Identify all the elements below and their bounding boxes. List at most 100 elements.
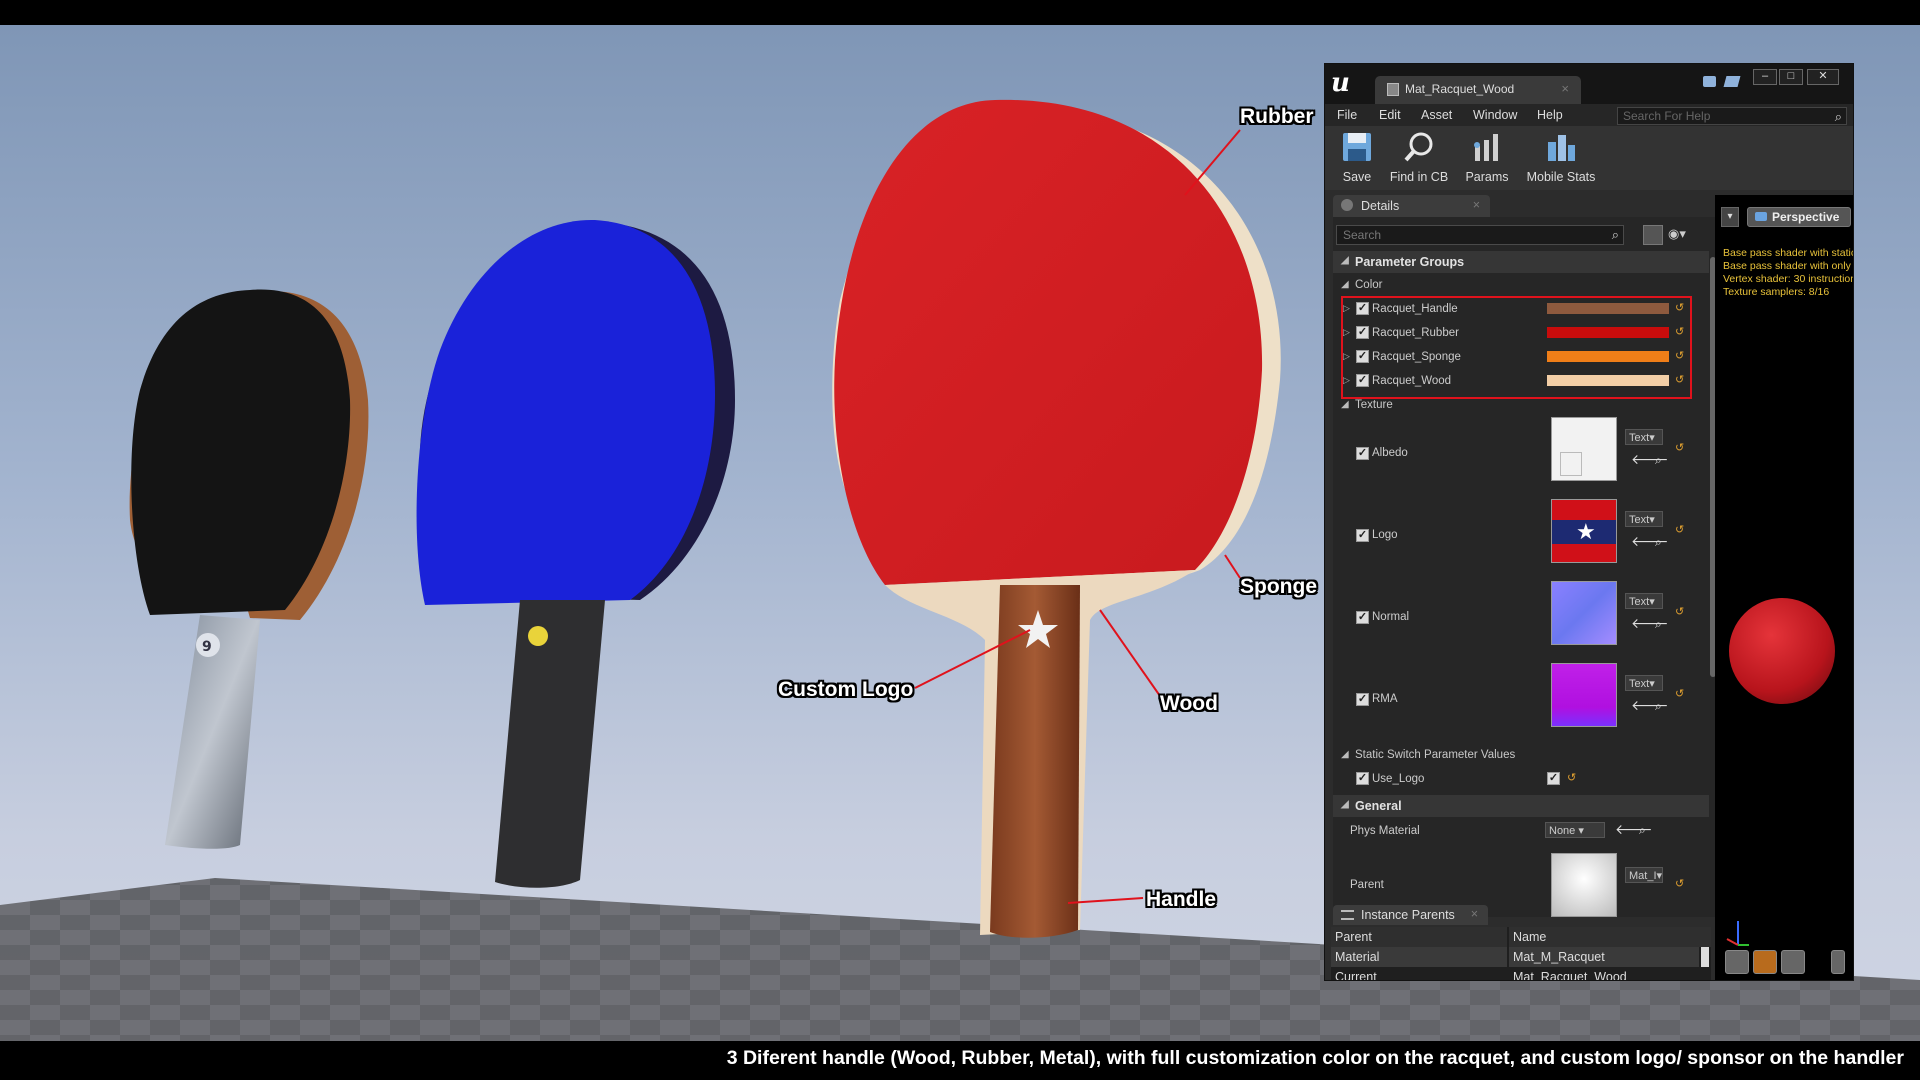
param-rma: ✓ RMA Text▾ 🡐 ⌕ ↺ — [1333, 663, 1709, 739]
param-enabled-checkbox[interactable]: ✓ — [1356, 611, 1369, 624]
close-details-icon[interactable]: × — [1473, 198, 1480, 212]
perspective-button[interactable]: Perspective — [1747, 207, 1851, 227]
use-logo-value-checkbox[interactable]: ✓ — [1547, 772, 1560, 785]
feedback-icon[interactable] — [1703, 76, 1716, 87]
callout-rubber: Rubber — [1240, 105, 1314, 128]
toolbar: Save Find in CB Params Mobile Stats — [1325, 126, 1853, 190]
table-cell[interactable]: Material — [1331, 947, 1507, 967]
browse-icon[interactable]: ⌕ — [1655, 617, 1662, 632]
plane-preview-icon[interactable] — [1781, 950, 1805, 974]
reset-arrow-icon[interactable]: ↺ — [1675, 441, 1684, 454]
column-header-parent[interactable]: Parent — [1331, 927, 1507, 947]
param-name: Albedo — [1372, 447, 1408, 459]
callout-sponge: Sponge — [1240, 575, 1317, 598]
stat-line: Base pass shader with only dynamic light… — [1723, 260, 1853, 272]
general-header[interactable]: ◢ General — [1333, 795, 1709, 817]
reset-arrow-icon[interactable]: ↺ — [1675, 877, 1684, 890]
cylinder-preview-icon[interactable] — [1725, 950, 1749, 974]
use-selected-arrow-icon[interactable]: 🡐 — [1631, 615, 1669, 632]
instance-parents-scrollbar[interactable] — [1701, 947, 1709, 967]
collapse-icon: ◢ — [1341, 799, 1349, 810]
browse-icon[interactable]: ⌕ — [1655, 535, 1662, 550]
param-enabled-checkbox[interactable]: ✓ — [1356, 529, 1369, 542]
tutorial-icon[interactable] — [1723, 76, 1741, 87]
collapse-icon: ◢ — [1341, 279, 1349, 290]
texture-dropdown[interactable]: Text▾ — [1625, 593, 1663, 609]
parameter-groups-header[interactable]: ◢ Parameter Groups — [1333, 251, 1709, 273]
table-cell[interactable]: Mat_Racquet_Wood — [1509, 967, 1699, 980]
static-switch-label: Static Switch Parameter Values — [1355, 749, 1516, 761]
save-button[interactable]: Save — [1327, 130, 1387, 186]
preview-sphere — [1729, 598, 1835, 704]
browse-icon[interactable]: ⌕ — [1639, 823, 1646, 838]
details-tab[interactable]: Details × — [1333, 195, 1490, 217]
unreal-logo-icon: u — [1331, 68, 1350, 98]
param-enabled-checkbox[interactable]: ✓ — [1356, 772, 1369, 785]
phys-material-dropdown[interactable]: None ▾ — [1545, 822, 1605, 838]
magnifier-icon — [1404, 132, 1433, 162]
collapse-icon: ◢ — [1341, 399, 1349, 410]
material-instance-icon — [1387, 83, 1399, 96]
browse-icon[interactable]: ⌕ — [1655, 699, 1662, 714]
table-cell[interactable]: Mat_M_Racquet — [1509, 947, 1699, 967]
param-enabled-checkbox[interactable]: ✓ — [1356, 693, 1369, 706]
parent-thumbnail[interactable] — [1551, 853, 1617, 917]
menu-help[interactable]: Help — [1537, 108, 1563, 122]
reset-arrow-icon[interactable]: ↺ — [1675, 687, 1684, 700]
property-matrix-icon[interactable] — [1643, 225, 1663, 245]
reset-arrow-icon[interactable]: ↺ — [1675, 523, 1684, 536]
reset-arrow-icon[interactable]: ↺ — [1675, 605, 1684, 618]
callout-wood: Wood — [1160, 692, 1218, 715]
normal-thumbnail[interactable] — [1551, 581, 1617, 645]
texture-dropdown-label: Text — [1629, 678, 1650, 690]
view-options-icon[interactable]: ◉▾ — [1668, 226, 1686, 242]
minimize-button[interactable]: – — [1753, 69, 1777, 85]
color-category[interactable]: ◢ Color — [1333, 275, 1709, 295]
search-icon: ⌕ — [1611, 227, 1619, 242]
texture-dropdown[interactable]: Text▾ — [1625, 429, 1663, 445]
close-instance-parents-icon[interactable]: × — [1471, 907, 1478, 921]
menu-file[interactable]: File — [1337, 108, 1357, 122]
param-use-logo: ✓ Use_Logo ✓ ↺ — [1333, 769, 1709, 789]
use-selected-arrow-icon[interactable]: 🡐 — [1631, 451, 1669, 468]
phys-material-value: None — [1549, 825, 1576, 837]
table-cell[interactable]: Current — [1331, 967, 1507, 980]
preview-viewport[interactable]: ▾ Perspective Base pass shader with stat… — [1715, 195, 1853, 980]
details-search-input[interactable]: Search ⌕ — [1336, 225, 1624, 245]
menu-edit[interactable]: Edit — [1379, 108, 1401, 122]
texture-dropdown-label: Text — [1629, 432, 1650, 444]
params-button[interactable]: Params — [1457, 130, 1517, 186]
static-switch-category[interactable]: ◢ Static Switch Parameter Values — [1333, 745, 1709, 765]
rma-thumbnail[interactable] — [1551, 663, 1617, 727]
mobile-stats-button[interactable]: Mobile Stats — [1521, 130, 1601, 186]
close-tab-icon[interactable]: × — [1561, 81, 1569, 96]
column-header-name[interactable]: Name — [1509, 927, 1711, 947]
reset-arrow-icon[interactable]: ↺ — [1567, 771, 1576, 784]
close-window-button[interactable]: ✕ — [1807, 69, 1839, 85]
albedo-thumbnail[interactable] — [1551, 417, 1617, 481]
use-selected-arrow-icon[interactable]: 🡐 — [1615, 821, 1653, 838]
maximize-button[interactable]: □ — [1779, 69, 1803, 85]
viewport-options-button[interactable]: ▾ — [1721, 207, 1739, 227]
document-tab[interactable]: Mat_Racquet_Wood × — [1375, 76, 1581, 104]
browse-icon[interactable]: ⌕ — [1655, 453, 1662, 468]
instance-parents-label: Instance Parents — [1361, 908, 1455, 922]
cube-preview-icon[interactable] — [1831, 950, 1845, 974]
parent-dropdown[interactable]: Mat_I▾ — [1625, 867, 1663, 883]
menu-window[interactable]: Window — [1473, 108, 1517, 122]
param-enabled-checkbox[interactable]: ✓ — [1356, 447, 1369, 460]
caption-bar: 3 Diferent handle (Wood, Rubber, Metal),… — [0, 1041, 1920, 1080]
parameter-groups-label: Parameter Groups — [1355, 255, 1465, 269]
general-label: General — [1355, 799, 1402, 813]
texture-dropdown[interactable]: Text▾ — [1625, 675, 1663, 691]
find-in-cb-button[interactable]: Find in CB — [1383, 130, 1455, 186]
use-selected-arrow-icon[interactable]: 🡐 — [1631, 697, 1669, 714]
use-selected-arrow-icon[interactable]: 🡐 — [1631, 533, 1669, 550]
instance-parents-tab[interactable]: Instance Parents × — [1333, 905, 1488, 925]
camera-icon — [1755, 212, 1767, 221]
help-search-input[interactable]: Search For Help ⌕ — [1617, 107, 1847, 125]
menu-asset[interactable]: Asset — [1421, 108, 1452, 122]
texture-dropdown[interactable]: Text▾ — [1625, 511, 1663, 527]
sphere-preview-icon[interactable] — [1753, 950, 1777, 974]
logo-thumbnail[interactable]: ★ — [1551, 499, 1617, 563]
